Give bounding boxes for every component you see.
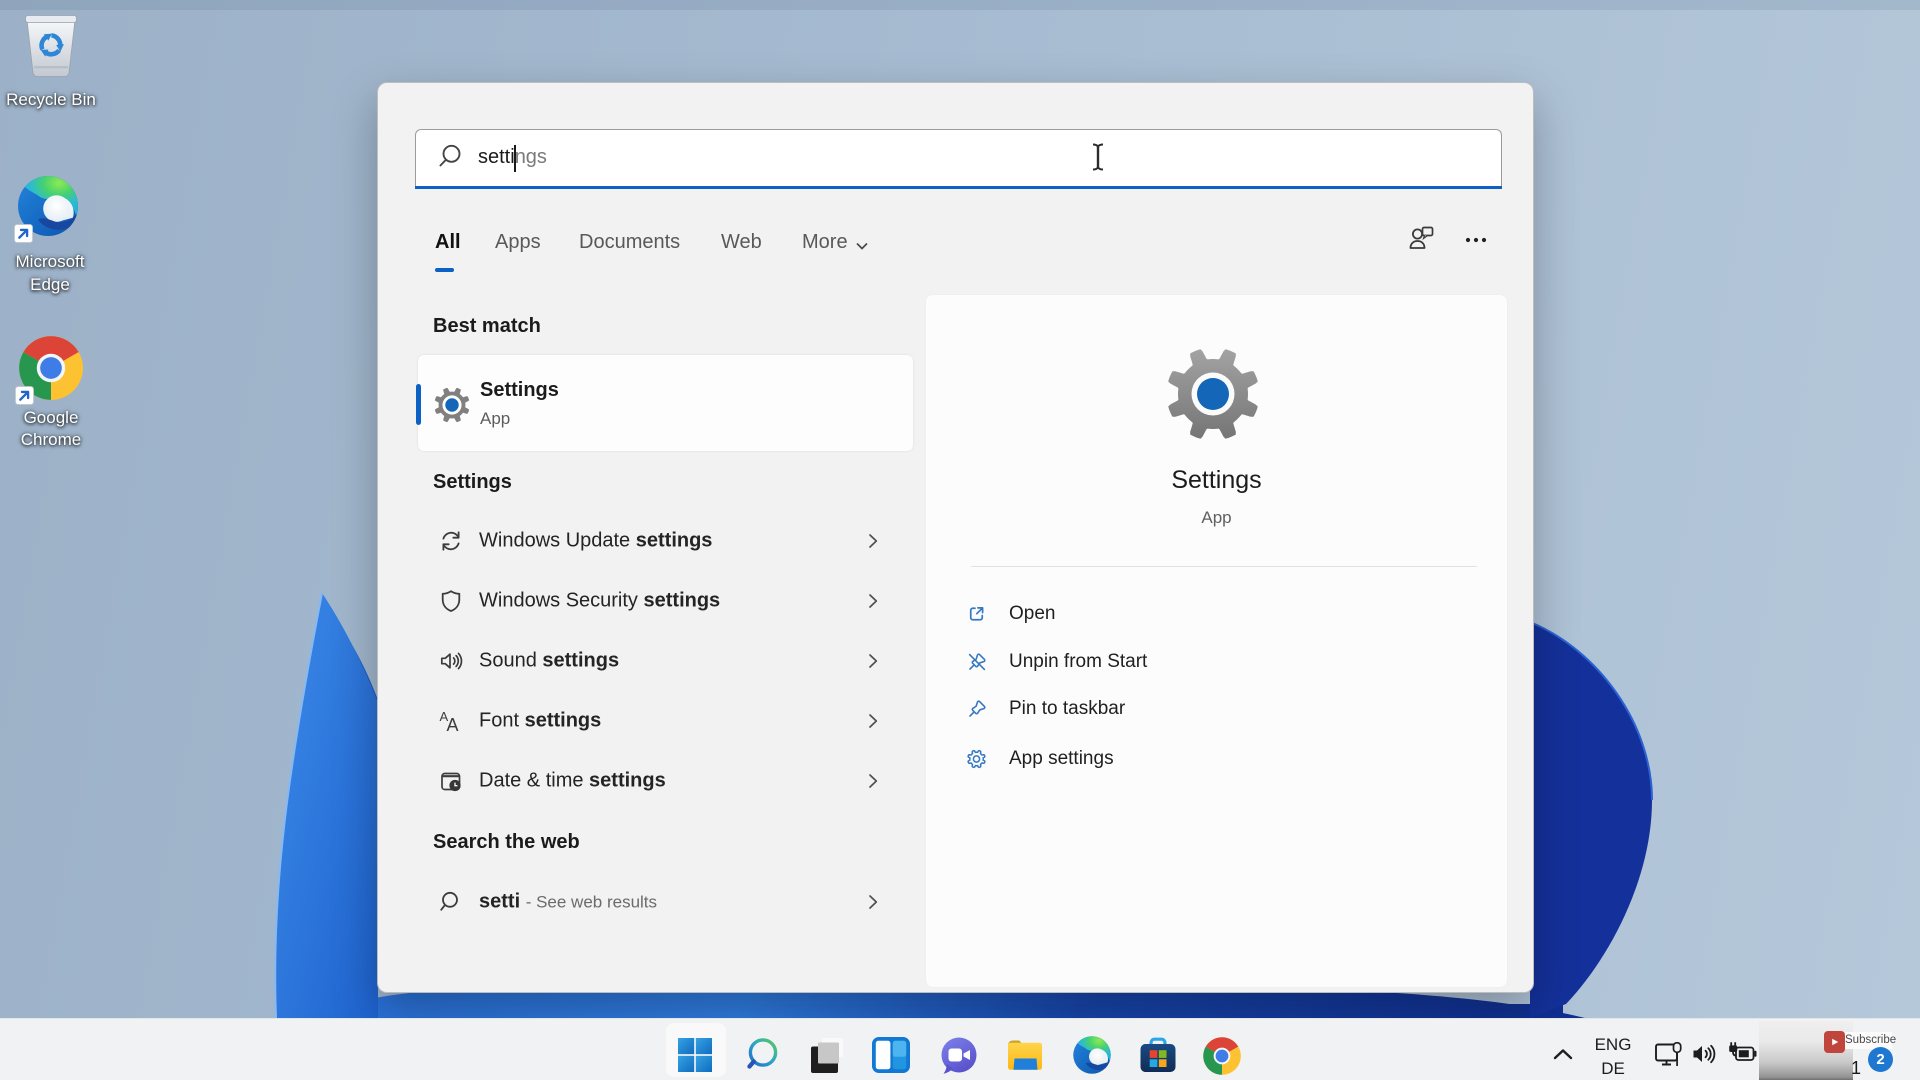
svg-text:A: A: [447, 715, 459, 734]
